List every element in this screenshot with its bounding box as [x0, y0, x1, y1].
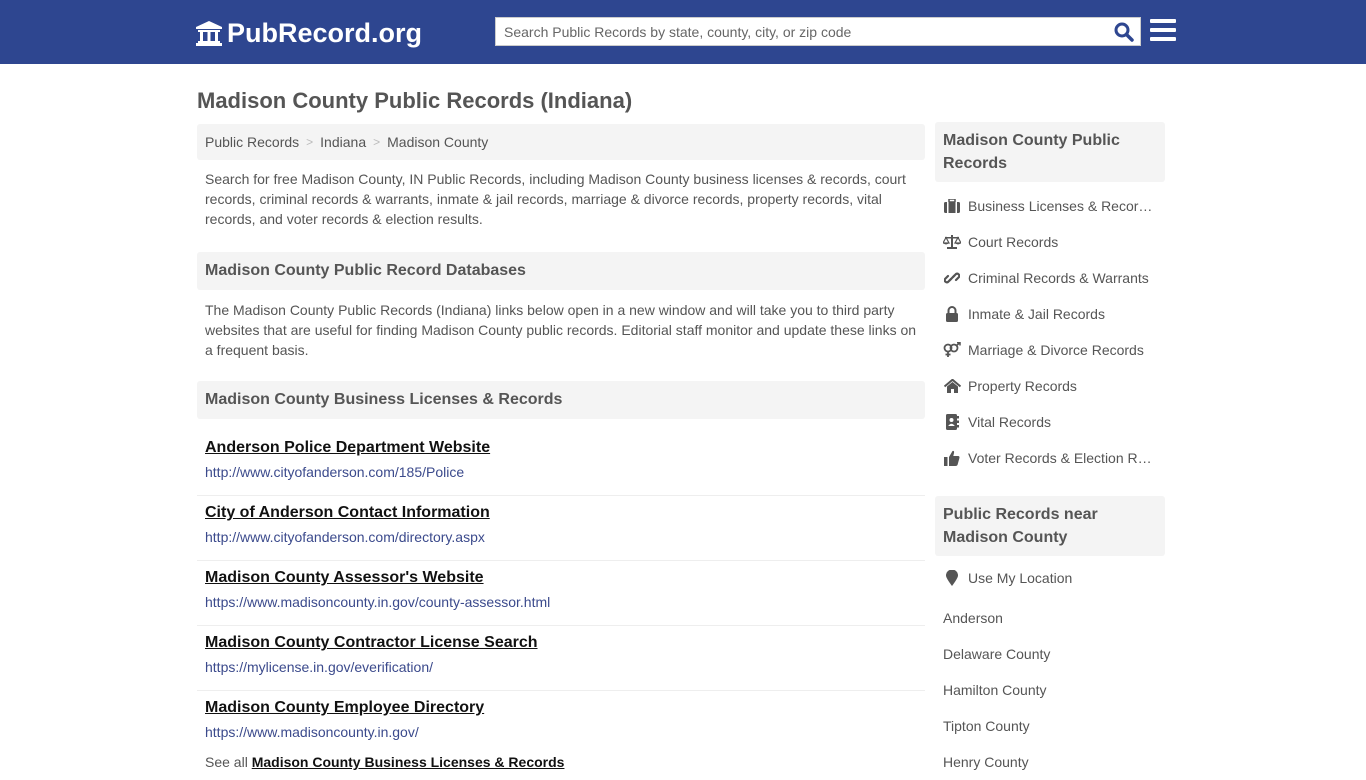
briefcase-icon — [943, 198, 961, 214]
sidebar-item-business[interactable]: Business Licenses & Records — [935, 188, 1165, 224]
sidebar-item-vital[interactable]: Vital Records — [935, 404, 1165, 440]
record-link-url: https://www.madisoncounty.in.gov/ — [205, 724, 419, 740]
home-icon — [943, 378, 961, 394]
sidebar-item-criminal[interactable]: Criminal Records & Warrants — [935, 260, 1165, 296]
record-link-url: http://www.cityofanderson.com/185/Police — [205, 464, 465, 480]
breadcrumb-public-records[interactable]: Public Records — [205, 134, 299, 150]
record-link-title[interactable]: Madison County Employee Directory — [205, 698, 917, 718]
nearby-list: Use My Location Anderson Delaware County… — [935, 556, 1165, 780]
scale-icon — [943, 234, 961, 250]
address-book-icon — [943, 414, 961, 430]
search-icon[interactable] — [1114, 22, 1134, 42]
use-my-location[interactable]: Use My Location — [935, 564, 1165, 592]
nearby-item-delaware-county[interactable]: Delaware County — [935, 636, 1165, 672]
gender-icon — [943, 342, 961, 358]
site-logo[interactable]: PubRecord.org — [195, 17, 422, 49]
sidebar-item-marriage[interactable]: Marriage & Divorce Records — [935, 332, 1165, 368]
lock-icon — [943, 306, 961, 322]
intro-text: Search for free Madison County, IN Publi… — [205, 171, 906, 227]
sidebar-records-list: Business Licenses & Records Court Record… — [935, 182, 1165, 476]
see-all-row: See all Madison County Business Licenses… — [197, 753, 925, 771]
databases-text: The Madison County Public Records (India… — [205, 302, 917, 358]
breadcrumb-separator: > — [306, 135, 314, 149]
link-icon — [943, 270, 961, 286]
record-link-title[interactable]: Anderson Police Department Website — [205, 438, 917, 458]
business-heading: Madison County Business Licenses & Recor… — [197, 381, 925, 419]
sidebar-item-inmate[interactable]: Inmate & Jail Records — [935, 296, 1165, 332]
list-item: Madison County Employee Directory https:… — [197, 691, 925, 753]
breadcrumb-indiana[interactable]: Indiana — [320, 134, 366, 150]
main-content: Public Records > Indiana > Madison Count… — [197, 124, 925, 771]
sidebar-item-court[interactable]: Court Records — [935, 224, 1165, 260]
sidebar-item-voter[interactable]: Voter Records & Election Results — [935, 440, 1165, 476]
nearby-item-hamilton-county[interactable]: Hamilton County — [935, 672, 1165, 708]
list-item: City of Anderson Contact Information htt… — [197, 496, 925, 561]
list-item: Madison County Assessor's Website https:… — [197, 561, 925, 626]
search-input[interactable] — [496, 18, 1096, 45]
record-link-title[interactable]: City of Anderson Contact Information — [205, 503, 917, 523]
record-link-url: https://www.madisoncounty.in.gov/county-… — [205, 594, 551, 610]
map-marker-icon — [943, 570, 961, 586]
record-link-title[interactable]: Madison County Assessor's Website — [205, 568, 917, 588]
breadcrumb-separator: > — [373, 135, 381, 149]
sidebar-near-heading: Public Records near Madison County — [935, 496, 1165, 556]
breadcrumb-madison-county[interactable]: Madison County — [387, 134, 488, 150]
nearby-item-henry-county[interactable]: Henry County — [935, 744, 1165, 780]
databases-heading: Madison County Public Record Databases — [197, 252, 925, 290]
record-link-url: http://www.cityofanderson.com/directory.… — [205, 529, 485, 545]
breadcrumb: Public Records > Indiana > Madison Count… — [197, 124, 925, 160]
search-box — [495, 17, 1141, 46]
thumbs-up-icon — [943, 450, 961, 466]
logo-text: PubRecord.org — [227, 17, 423, 48]
courthouse-icon — [196, 21, 222, 46]
record-link-url: https://mylicense.in.gov/everification/ — [205, 659, 433, 675]
nearby-item-anderson[interactable]: Anderson — [935, 600, 1165, 636]
page-title: Madison County Public Records (Indiana) — [197, 88, 633, 113]
site-header: PubRecord.org — [0, 0, 1366, 64]
business-links-list: Anderson Police Department Website http:… — [197, 431, 925, 753]
list-item: Anderson Police Department Website http:… — [197, 431, 925, 496]
nearby-section: Public Records near Madison County Use M… — [935, 496, 1165, 780]
list-item: Madison County Contractor License Search… — [197, 626, 925, 691]
nearby-item-tipton-county[interactable]: Tipton County — [935, 708, 1165, 744]
sidebar: Madison County Public Records Business L… — [935, 122, 1165, 780]
sidebar-item-property[interactable]: Property Records — [935, 368, 1165, 404]
hamburger-menu-icon[interactable] — [1150, 19, 1176, 42]
record-link-title[interactable]: Madison County Contractor License Search — [205, 633, 917, 653]
sidebar-records-heading: Madison County Public Records — [935, 122, 1165, 182]
